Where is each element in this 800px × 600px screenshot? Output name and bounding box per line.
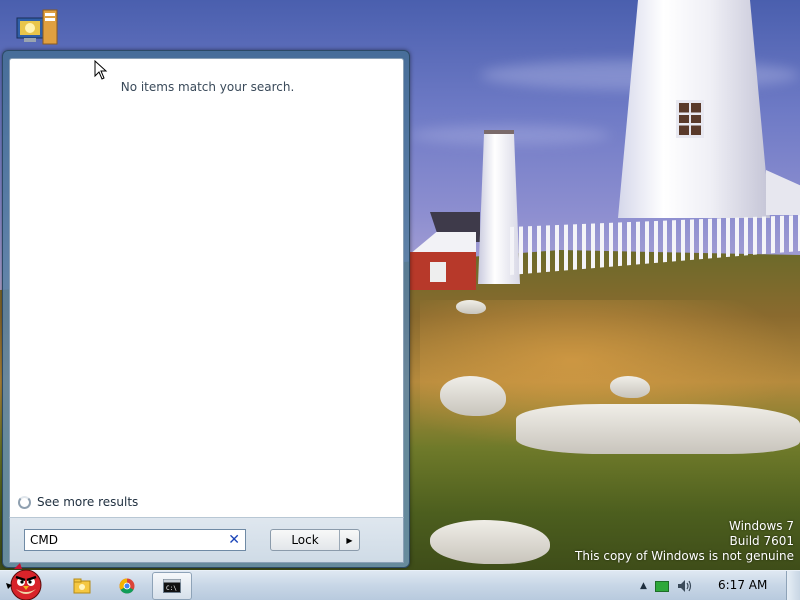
wallpaper-rock xyxy=(456,300,486,314)
angry-bird-start-icon xyxy=(6,563,42,600)
wallpaper-rock xyxy=(516,404,800,454)
mouse-cursor-icon xyxy=(94,60,108,80)
watermark-line: Windows 7 xyxy=(728,519,794,533)
windows-watermark: Windows 7 Build 7601 This copy of Window… xyxy=(575,519,794,564)
volume-icon[interactable] xyxy=(677,579,693,593)
wallpaper-rock xyxy=(430,520,550,564)
network-icon[interactable] xyxy=(654,580,669,592)
wallpaper-door xyxy=(430,262,446,282)
taskbar: C:\ ▲ 6:17 AM xyxy=(0,563,800,600)
lock-button-label: Lock xyxy=(291,533,319,547)
clear-search-icon[interactable]: ✕ xyxy=(228,533,240,547)
lighthouse-window xyxy=(676,100,704,138)
power-options-arrow-icon[interactable]: ▶ xyxy=(339,530,359,550)
chrome-icon xyxy=(119,578,135,594)
wallpaper-house xyxy=(766,170,800,215)
show-hidden-icons-icon[interactable]: ▲ xyxy=(640,581,647,591)
watermark-line: This copy of Windows is not genuine xyxy=(575,549,794,563)
start-menu: No items match your search. See more res… xyxy=(2,50,410,568)
start-button[interactable] xyxy=(4,563,48,600)
taskbar-chrome-button[interactable] xyxy=(107,572,147,600)
wallpaper-rock xyxy=(610,376,650,398)
search-input-value: CMD xyxy=(30,533,58,547)
taskbar-clock[interactable]: 6:17 AM xyxy=(718,578,767,592)
taskbar-cmd-button[interactable]: C:\ xyxy=(152,572,192,600)
wallpaper-rock xyxy=(440,376,506,416)
svg-text:C:\: C:\ xyxy=(166,585,177,592)
watermark-line: Build 7601 xyxy=(729,534,794,548)
see-more-label: See more results xyxy=(37,495,139,509)
computer-network-icon[interactable] xyxy=(15,8,61,48)
wallpaper-house-gable xyxy=(410,232,476,254)
lock-button[interactable]: Lock ▶ xyxy=(270,529,360,551)
explorer-folder-icon xyxy=(73,578,91,594)
start-search-input[interactable]: CMD ✕ xyxy=(24,529,246,551)
search-results-pane: No items match your search. See more res… xyxy=(9,58,404,518)
no-results-message: No items match your search. xyxy=(120,80,295,94)
taskbar-explorer-button[interactable] xyxy=(62,572,102,600)
start-menu-bottom-bar: CMD ✕ Lock ▶ xyxy=(9,517,404,563)
cmd-icon: C:\ xyxy=(163,579,181,593)
system-tray: ▲ xyxy=(640,571,693,600)
search-spinner-icon xyxy=(18,495,31,509)
see-more-results-link[interactable]: See more results xyxy=(18,495,138,509)
show-desktop-button[interactable] xyxy=(786,571,800,600)
